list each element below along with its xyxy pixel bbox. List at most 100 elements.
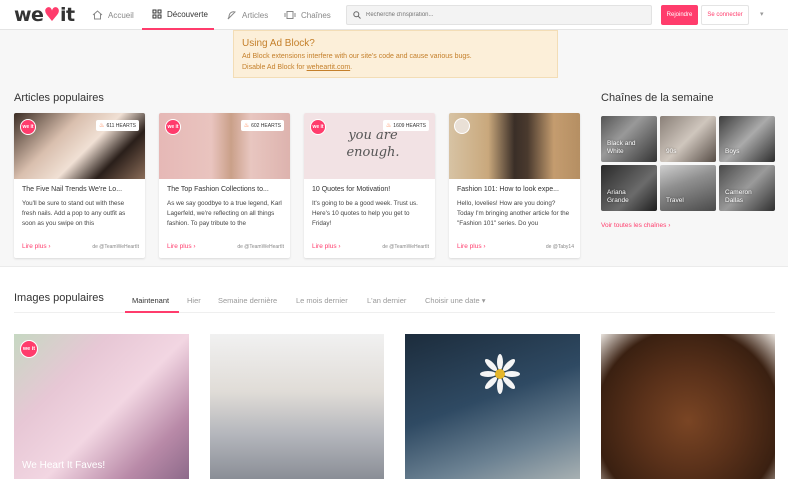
hearts-label: 611 HEARTS (106, 122, 136, 129)
feather-icon (227, 11, 236, 20)
channel-label: Black and White (607, 140, 636, 155)
article-card[interactable]: we it ♨ 602 HEARTS The Top Fashion Collec… (159, 113, 290, 258)
daisy-icon (480, 354, 520, 394)
grid-icon (152, 9, 162, 19)
read-more-link[interactable]: Lire plus › (457, 243, 486, 250)
tab-now[interactable]: Maintenant (132, 296, 169, 305)
article-excerpt: You'll be sure to stand out with these f… (22, 200, 126, 227)
whi-badge: we it (20, 119, 36, 135)
image-card[interactable] (210, 334, 384, 479)
channel-card[interactable]: Cameron Dallas (719, 165, 775, 211)
channels-title: Chaînes de la semaine (601, 92, 714, 104)
flame-icon: ♨ (243, 123, 250, 129)
article-title[interactable]: 10 Quotes for Motivation! (304, 179, 435, 193)
nav-discover[interactable]: Découverte (142, 0, 214, 30)
active-tab-indicator (125, 311, 179, 313)
whi-badge: we it (310, 119, 326, 135)
login-button[interactable]: Se connecter (701, 5, 749, 25)
channel-label: 90s (666, 148, 677, 155)
channel-card[interactable]: Ariana Grande (601, 165, 657, 211)
channel-label: Boys (725, 148, 740, 155)
quote-image-text: you are enough. (346, 128, 400, 160)
image-caption: We Heart It Faves! (22, 460, 106, 471)
hearts-count: ♨ 611 HEARTS (96, 120, 139, 131)
channel-card[interactable]: 90s (660, 116, 716, 162)
read-more-link[interactable]: Lire plus › (167, 243, 196, 250)
more-chevron-icon[interactable]: ▾ (760, 10, 764, 18)
nav-home-label: Accueil (108, 10, 134, 20)
adblock-line2: Disable Ad Block for weheartit.com. (242, 62, 549, 73)
image-card[interactable] (405, 334, 580, 479)
article-excerpt: It's going to be a good week. Trust us. … (312, 200, 418, 227)
nav-articles[interactable]: Articles (226, 0, 272, 30)
channel-icon (284, 11, 296, 19)
adblock-notice: Using Ad Block? Ad Block extensions inte… (233, 30, 558, 78)
tab-last-month[interactable]: Le mois dernier (296, 296, 348, 305)
weheartit-logo[interactable]: we♥it (14, 4, 75, 26)
channel-label: Travel (666, 197, 684, 204)
adblock-line2-suffix: . (350, 64, 353, 71)
article-footer: Lire plus › de @Taby14 (457, 243, 574, 250)
article-title[interactable]: The Top Fashion Collections to... (159, 179, 290, 193)
article-footer: Lire plus › de @TeamWeHeartIt (22, 243, 139, 250)
hearts-label: 602 HEARTS (251, 122, 281, 129)
channel-card[interactable]: Boys (719, 116, 775, 162)
nav-home[interactable]: Accueil (92, 0, 136, 30)
home-icon (92, 10, 103, 20)
logo-text-we: we (14, 4, 44, 26)
tab-last-year[interactable]: L'an dernier (367, 296, 406, 305)
article-title[interactable]: Fashion 101: How to look expe... (449, 179, 580, 193)
channel-label: Cameron Dallas (725, 189, 752, 204)
article-author[interactable]: de @TeamWeHeartIt (92, 244, 139, 250)
article-excerpt: Hello, lovelies! How are you doing? Toda… (457, 200, 570, 227)
whi-badge: we it (165, 119, 181, 135)
channel-card[interactable]: Travel (660, 165, 716, 211)
hearts-count: ♨ 602 HEARTS (240, 120, 284, 131)
article-author[interactable]: de @Taby14 (546, 244, 574, 250)
article-card[interactable]: we it ♨ 1609 HEARTS you are enough. 10 Qu… (304, 113, 435, 258)
channel-label: Ariana Grande (607, 189, 629, 204)
search-icon (353, 11, 361, 19)
image-card[interactable]: we it We Heart It Faves! (14, 334, 189, 479)
tab-choose-date[interactable]: Choisir une date ▾ (425, 296, 485, 305)
article-author[interactable]: de @TeamWeHeartIt (237, 244, 284, 250)
read-more-link[interactable]: Lire plus › (22, 243, 51, 250)
article-footer: Lire plus › de @TeamWeHeartIt (167, 243, 284, 250)
flame-icon: ♨ (99, 123, 105, 129)
nav-channels-label: Chaînes (301, 10, 331, 20)
nav-channels[interactable]: Chaînes (284, 0, 334, 30)
article-thumbnail[interactable]: we it ♨ 602 HEARTS (159, 113, 290, 179)
adblock-title: Using Ad Block? (242, 38, 315, 49)
channel-card[interactable]: Black and White (601, 116, 657, 162)
tab-last-week[interactable]: Semaine dernière (218, 296, 277, 305)
nav-articles-label: Articles (242, 10, 269, 20)
whi-badge: we it (20, 340, 38, 358)
read-more-link[interactable]: Lire plus › (312, 243, 341, 250)
see-all-channels-link[interactable]: Voir toutes les chaînes › (601, 222, 670, 229)
article-card[interactable]: Fashion 101: How to look expe... Hello, … (449, 113, 580, 258)
section-divider (0, 266, 788, 267)
article-excerpt: As we say goodbye to a true legend, Karl… (167, 200, 282, 227)
article-thumbnail[interactable]: we it ♨ 1609 HEARTS you are enough. (304, 113, 435, 179)
image-card[interactable] (601, 334, 775, 479)
adblock-line2-prefix: Disable Ad Block for (242, 64, 307, 71)
article-author[interactable]: de @TeamWeHeartIt (382, 244, 429, 250)
tab-yesterday[interactable]: Hier (187, 296, 201, 305)
images-title: Images populaires (14, 292, 104, 304)
article-card[interactable]: we it ♨ 611 HEARTS The Five Nail Trends W… (14, 113, 145, 258)
article-thumbnail[interactable] (449, 113, 580, 179)
logo-heart-icon: ♥ (43, 4, 60, 26)
article-thumbnail[interactable]: we it ♨ 611 HEARTS (14, 113, 145, 179)
join-button[interactable]: Rejoindre (661, 5, 698, 25)
articles-title: Articles populaires (14, 92, 104, 104)
adblock-line1: Ad Block extensions interfere with our s… (242, 53, 472, 60)
search-bar[interactable] (346, 5, 652, 25)
article-title[interactable]: The Five Nail Trends We're Lo... (14, 179, 145, 193)
logo-text-it: it (60, 4, 75, 26)
top-header: we♥it Accueil Découverte Articles Chaîne… (0, 0, 788, 30)
article-footer: Lire plus › de @TeamWeHeartIt (312, 243, 429, 250)
nav-discover-label: Découverte (167, 9, 208, 19)
search-input[interactable] (366, 12, 646, 18)
adblock-link[interactable]: weheartit.com (307, 64, 351, 71)
author-avatar[interactable] (454, 118, 470, 134)
